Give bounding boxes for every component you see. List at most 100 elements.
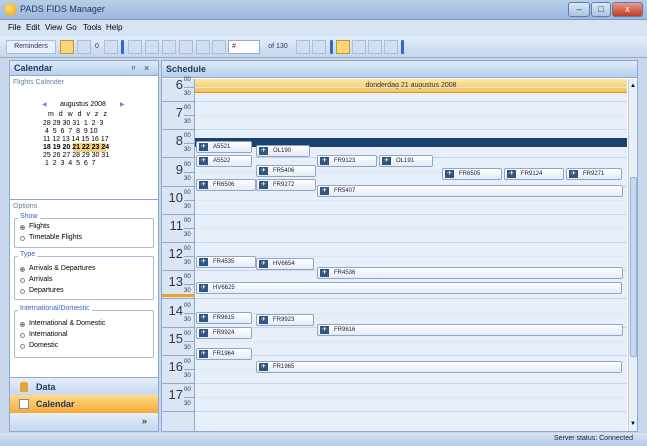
flight-number: HV6654 [273,261,295,267]
scrollbar-thumb[interactable] [630,177,637,357]
option-domestic[interactable]: Domestic [29,342,58,349]
last-record-icon[interactable] [312,40,326,54]
airplane-icon: ✈ [199,284,208,292]
airplane-icon: ✈ [199,181,208,189]
flight-number: FR1965 [273,364,295,370]
option-timetable-flights[interactable]: Timetable Flights [29,234,82,241]
reminders-button[interactable]: Reminders [6,40,56,54]
flight-appointment[interactable]: ✈ FR4536 [317,267,623,279]
menu-view[interactable]: View [45,23,62,32]
flight-appointment[interactable]: ✈ FR6506 [196,179,256,191]
flight-appointment[interactable]: ✈ FR9615 [196,312,252,324]
close-button[interactable]: x [612,2,643,17]
flight-appointment[interactable]: ✈ FR4535 [196,256,256,268]
flight-appointment[interactable]: ✈ FR5407 [317,185,623,197]
scroll-down-icon[interactable]: ▼ [630,421,636,427]
new-icon[interactable] [104,40,118,54]
option-departures[interactable]: Departures [29,287,64,294]
flight-appointment[interactable]: ✈ FR5406 [256,165,316,177]
nav-calendar-label: Calendar [36,399,75,409]
first-record-icon[interactable] [196,40,210,54]
prev-month-icon[interactable]: ◀ [42,101,47,108]
radio-timetable[interactable] [20,236,25,241]
radio-domestic[interactable] [20,344,25,349]
vertical-scrollbar[interactable]: ▲ ▼ [628,79,637,431]
menu-help[interactable]: Help [106,23,122,32]
work-week-icon[interactable] [352,40,366,54]
flight-appointment[interactable]: ✈ FR9616 [317,324,623,336]
day-view-icon[interactable] [336,40,350,54]
calendar-week[interactable]: 1 2 3 4 5 6 7 [43,160,96,167]
option-international[interactable]: International [29,331,68,338]
flight-appointment[interactable]: ✈ FR9271 [566,168,622,180]
flight-appointment[interactable]: ✈ FR6505 [442,168,502,180]
flight-appointment[interactable]: ✈ FR9123 [317,155,377,167]
server-status: Server status: Connected [554,435,633,442]
flight-appointment[interactable]: ✈ HV6625 [196,282,622,294]
flight-number: FR9924 [213,330,235,336]
month-view-icon[interactable] [384,40,398,54]
flight-appointment[interactable]: ✈ FR9923 [256,314,314,326]
radio-arr-dep[interactable] [20,267,25,272]
radio-international[interactable] [20,333,25,338]
radio-departures[interactable] [20,289,25,294]
nav-calendar-button[interactable]: Calendar [10,395,158,413]
minimize-button[interactable]: – [568,2,590,17]
notification-icon[interactable] [77,40,91,54]
flight-appointment[interactable]: ✈ OL191 [379,155,433,167]
edit-icon[interactable] [179,40,193,54]
prev-record-icon[interactable] [212,40,226,54]
flight-appointment[interactable]: ✈ A5521 [196,141,252,153]
record-count-label: of 130 [268,43,288,50]
menu-go[interactable]: Go [66,23,77,32]
flight-number: FR9123 [334,158,356,164]
flight-number: FR5407 [334,188,356,194]
scroll-up-icon[interactable]: ▲ [630,83,636,89]
nav-data-label: Data [36,382,56,392]
flight-appointment[interactable]: ✈ FR9124 [504,168,564,180]
flight-number: FR6506 [213,182,235,188]
calendar-week[interactable]: 25 26 27 28 29 30 31 [43,152,109,159]
radio-arrivals[interactable] [20,278,25,283]
maximize-button[interactable]: □ [591,2,611,17]
airplane-icon: ✈ [445,170,454,178]
option-international-domestic[interactable]: International & Domestic [29,320,105,327]
type-label: Type [18,251,38,258]
radio-intl-dom[interactable] [20,322,25,327]
flight-appointment[interactable]: ✈ FR1965 [256,361,622,373]
calendar-week[interactable]: 28 29 30 31 1 2 3 [43,120,103,127]
close-panel-icon[interactable]: × [144,63,149,73]
delete-icon[interactable] [162,40,176,54]
airplane-icon: ✈ [259,181,268,189]
calendar-week[interactable]: 11 12 13 14 15 16 17 [43,136,109,143]
record-number-input[interactable]: # [228,40,260,54]
radio-flights[interactable] [20,225,25,230]
flight-number: FR5406 [273,168,295,174]
copy-icon[interactable] [128,40,142,54]
next-record-icon[interactable] [296,40,310,54]
nav-overflow[interactable]: » [10,413,158,431]
status-bar: Server status: Connected [0,433,647,446]
option-arrivals-departures[interactable]: Arrivals & Departures [29,265,96,272]
option-flights[interactable]: Flights [29,223,50,230]
pin-icon[interactable]: ᵖ [132,64,135,73]
flight-appointment[interactable]: ✈ FR9924 [196,327,252,339]
flight-appointment[interactable]: ✈ A5522 [196,155,252,167]
next-month-icon[interactable]: ▶ [120,101,125,108]
flight-appointment[interactable]: ✈ FR1964 [196,348,252,360]
menu-edit[interactable]: Edit [26,23,40,32]
flight-number: FR9271 [583,171,605,177]
nav-data-button[interactable]: Data [10,377,158,395]
flight-appointment[interactable]: ✈ FR9272 [256,179,316,191]
overflow-chevron-icon[interactable]: » [142,416,147,426]
calendar-view-icon[interactable] [60,40,74,54]
flight-appointment[interactable]: ✈ OL190 [256,145,310,157]
calendar-week-current[interactable]: 18 19 20 21 22 23 24 [43,144,109,151]
flight-appointment[interactable]: ✈ HV6654 [256,258,314,270]
week-view-icon[interactable] [368,40,382,54]
paste-icon[interactable] [145,40,159,54]
calendar-week[interactable]: 4 5 6 7 8 9 10 [43,128,98,135]
menu-file[interactable]: File [8,23,21,32]
menu-tools[interactable]: Tools [83,23,102,32]
option-arrivals[interactable]: Arrivals [29,276,52,283]
